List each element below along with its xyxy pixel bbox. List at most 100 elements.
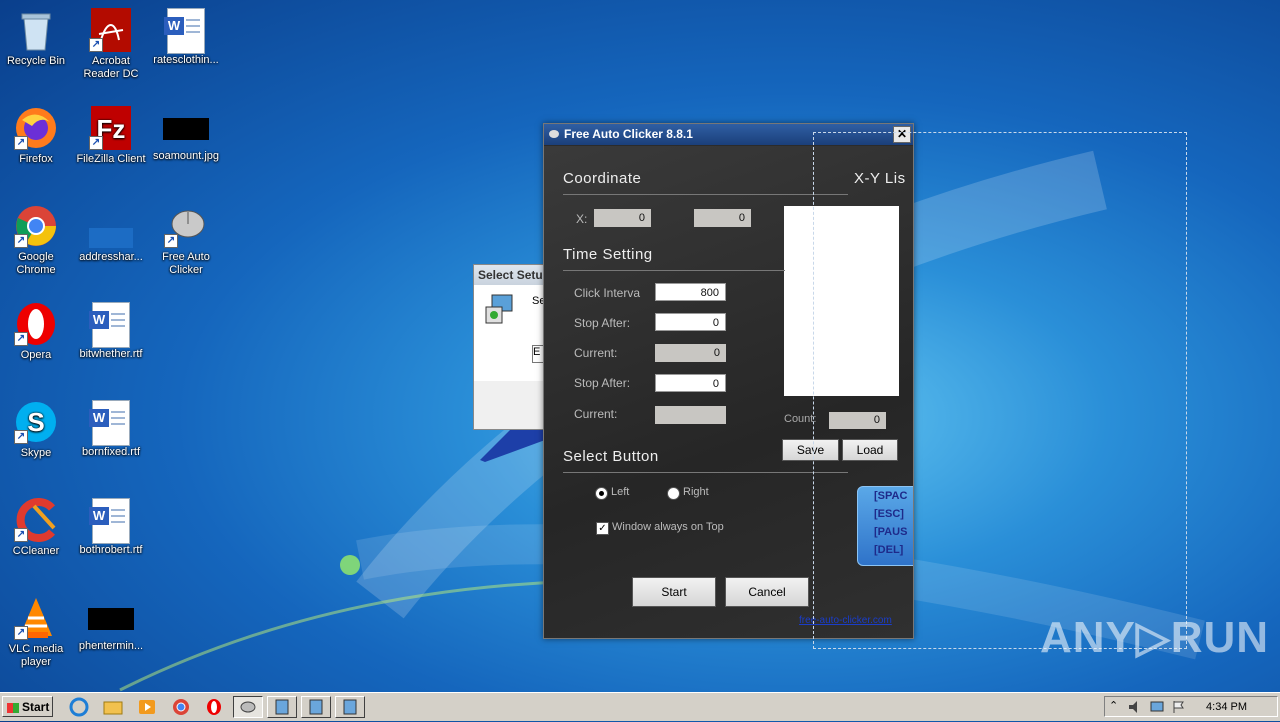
always-on-top-checkbox[interactable]: ✓	[596, 522, 609, 535]
x-coordinate-field[interactable]: 0	[594, 209, 651, 227]
divider	[563, 270, 785, 271]
desktop-icon-label: bothrobert.rtf	[79, 544, 143, 556]
click-interval-input[interactable]: 800	[655, 283, 726, 301]
desktop-icon-label: Free Auto Clicker	[162, 251, 210, 276]
anyrun-watermark: ANY▷RUN	[1040, 613, 1270, 662]
y-coordinate-field[interactable]: 0	[694, 209, 751, 227]
x-label: X:	[576, 212, 588, 226]
desktop-icon-label: FileZilla Client	[76, 153, 146, 165]
free-auto-clicker-window[interactable]: Free Auto Clicker 8.8.1 ✕ Coordinate X: …	[543, 123, 914, 639]
chrome-icon[interactable]	[170, 697, 192, 717]
skype-icon: S ↗	[14, 400, 58, 444]
desktop-icon-soamount[interactable]: soamount.jpg	[148, 106, 224, 163]
action-center-flag-icon[interactable]	[1171, 700, 1187, 714]
desktop-icon-recycle-bin[interactable]: Recycle Bin	[0, 8, 74, 68]
save-button[interactable]: Save	[782, 439, 839, 461]
desktop-icon-addresshar[interactable]: addresshar...	[73, 204, 149, 264]
desktop-icon-vlc[interactable]: ↗ VLC media player	[0, 596, 74, 669]
desktop-icon-label: bitwhether.rtf	[79, 348, 143, 360]
start-menu-button[interactable]: Start	[2, 696, 53, 717]
network-icon[interactable]	[1149, 700, 1165, 714]
current-clicks-field: 0	[655, 344, 726, 362]
website-link[interactable]: free-auto-clicker.com	[799, 615, 892, 626]
hotkey-del: [DEL]	[874, 544, 904, 556]
xy-list-box[interactable]	[784, 206, 899, 396]
taskbar-free-auto-clicker[interactable]	[233, 696, 263, 718]
xy-list-heading: X-Y Lis	[854, 170, 906, 187]
background-setup-dialog[interactable]: Select Setu Se E	[473, 264, 554, 430]
desktop-icon-label: phentermin...	[78, 640, 144, 652]
svg-text:S: S	[27, 407, 44, 437]
image-file-icon	[163, 118, 209, 140]
desktop-icon-label: soamount.jpg	[152, 150, 220, 162]
desktop-icon-free-auto-clicker[interactable]: ↗ Free Auto Clicker	[148, 204, 224, 277]
installer-icon	[309, 699, 323, 715]
media-player-icon[interactable]	[136, 697, 158, 717]
dialog-title: Select Setu	[474, 265, 549, 285]
start-button[interactable]: Start	[632, 577, 716, 607]
desktop-icon-label: Firefox	[19, 153, 53, 165]
left-button-radio[interactable]	[595, 487, 608, 500]
mouse-icon	[240, 701, 256, 713]
filezilla-icon: Fz ↗	[89, 106, 133, 150]
stop-after-time-input[interactable]: 0	[655, 374, 726, 392]
right-button-radio[interactable]	[667, 487, 680, 500]
installer-icon	[275, 699, 289, 715]
word-doc-icon: W	[164, 8, 205, 54]
word-doc-icon: W	[89, 302, 130, 348]
current-time-field	[655, 406, 726, 424]
desktop-icon-acrobat[interactable]: ↗ Acrobat Reader DC	[73, 8, 149, 81]
start-label: Start	[22, 700, 50, 714]
desktop-icon-ratesclothin[interactable]: W ratesclothin...	[148, 8, 224, 67]
always-on-top-label: Window always on Top	[612, 521, 724, 533]
stop-after-clicks-input[interactable]: 0	[655, 313, 726, 331]
stop-after-label: Stop After:	[574, 316, 631, 330]
desktop-icon-bothrobert[interactable]: W bothrobert.rtf	[73, 498, 149, 557]
desktop-icon-label: Recycle Bin	[6, 55, 66, 67]
installer-icon	[343, 699, 357, 715]
desktop-icon-skype[interactable]: S ↗ Skype	[0, 400, 74, 460]
desktop-icon-firefox[interactable]: ↗ Firefox	[0, 106, 74, 166]
desktop-icon-label: Google Chrome	[16, 251, 56, 276]
taskbar-setup-3[interactable]	[335, 696, 365, 718]
installer-icon	[485, 294, 513, 324]
click-interval-label: Click Interva	[574, 286, 641, 300]
desktop-icon-bornfixed[interactable]: W bornfixed.rtf	[73, 400, 149, 459]
desktop-icon-opera[interactable]: ↗ Opera	[0, 302, 74, 362]
window-titlebar[interactable]: Free Auto Clicker 8.8.1 ✕	[544, 124, 913, 145]
desktop-icon-label: VLC media player	[8, 643, 64, 668]
hotkey-space: [SPAC	[874, 490, 908, 502]
mouse-icon: ↗	[164, 204, 208, 248]
tray-expand-icon[interactable]: ⌃	[1109, 699, 1118, 712]
acrobat-icon: ↗	[89, 8, 133, 52]
internet-explorer-icon[interactable]	[68, 697, 90, 717]
word-doc-icon: W	[89, 498, 130, 544]
word-doc-icon: W	[89, 400, 130, 446]
image-file-icon	[88, 608, 134, 630]
desktop-icon-bitwhether[interactable]: W bitwhether.rtf	[73, 302, 149, 361]
windows-logo-icon	[7, 702, 19, 713]
close-button[interactable]: ✕	[893, 126, 911, 143]
clock[interactable]: 4:34 PM	[1206, 697, 1247, 717]
desktop-icon-label: Acrobat Reader DC	[83, 55, 139, 80]
taskbar-setup-1[interactable]	[267, 696, 297, 718]
ccleaner-icon: ↗	[14, 498, 58, 542]
taskbar-setup-2[interactable]	[301, 696, 331, 718]
file-icon	[89, 204, 133, 248]
desktop-icon-phentermin[interactable]: phentermin...	[73, 596, 149, 653]
desktop-icon-label: addresshar...	[79, 251, 143, 263]
firefox-icon: ↗	[14, 106, 58, 150]
load-button[interactable]: Load	[842, 439, 898, 461]
speaker-icon[interactable]	[1127, 700, 1143, 714]
opera-icon[interactable]	[203, 697, 225, 717]
divider	[563, 194, 848, 195]
desktop-icon-chrome[interactable]: ↗ Google Chrome	[0, 204, 74, 277]
desktop-icon-ccleaner[interactable]: ↗ CCleaner	[0, 498, 74, 558]
cancel-button[interactable]: Cancel	[725, 577, 809, 607]
hotkey-pause: [PAUS	[874, 526, 908, 538]
desktop-icon-label: bornfixed.rtf	[81, 446, 141, 458]
current-label: Current:	[574, 346, 618, 360]
desktop-icon-filezilla[interactable]: Fz ↗ FileZilla Client	[73, 106, 149, 166]
chrome-icon: ↗	[14, 204, 58, 248]
file-explorer-icon[interactable]	[102, 697, 124, 717]
